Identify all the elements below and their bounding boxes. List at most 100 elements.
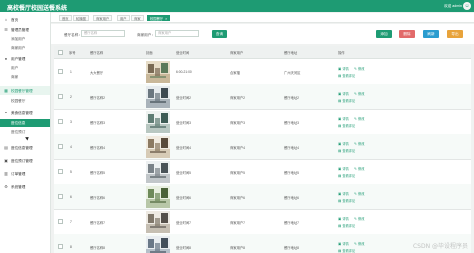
cell-no: 7 bbox=[70, 219, 72, 224]
cell-name: 餐厅名称3 bbox=[90, 120, 106, 125]
sidebar-item-label: 座位信息管理 bbox=[11, 145, 33, 150]
sidebar-item-order[interactable]: ▥ 订单管理 bbox=[0, 169, 50, 178]
sidebar-subitem[interactable]: 座位预订 bbox=[0, 128, 50, 136]
user-greeting[interactable]: 欢迎 admin bbox=[444, 4, 462, 9]
tab-carousel[interactable]: 轮播图 bbox=[73, 14, 89, 21]
edit-button[interactable]: ✎修改 bbox=[354, 141, 364, 146]
sidebar-subitem[interactable]: 用户 bbox=[0, 64, 50, 72]
tab-canteen[interactable]: 校园餐厅 × bbox=[147, 14, 171, 21]
canteen-name-input[interactable]: 餐厅名称 bbox=[81, 30, 125, 37]
sidebar-item-label: 首页 bbox=[11, 17, 19, 22]
edit-button[interactable]: ✎修改 bbox=[354, 191, 364, 196]
detail-button[interactable]: ▣详情 bbox=[338, 191, 349, 196]
detail-button[interactable]: ▣详情 bbox=[338, 91, 349, 96]
cover-image bbox=[146, 110, 170, 133]
row-checkbox[interactable] bbox=[58, 169, 63, 174]
refresh-button[interactable]: 刷新 bbox=[423, 29, 439, 38]
edit-button[interactable]: ✎修改 bbox=[354, 216, 364, 221]
action-label: 详情 bbox=[342, 92, 349, 96]
view-comment-button[interactable]: ▤查看评论 bbox=[338, 173, 355, 178]
sidebar-item-system[interactable]: ⚙ 系统管理 bbox=[0, 182, 50, 191]
header-actions: 操作 bbox=[338, 51, 345, 56]
detail-icon: ▣ bbox=[338, 167, 342, 171]
edit-button[interactable]: ✎修改 bbox=[354, 116, 364, 121]
detail-button[interactable]: ▣详情 bbox=[338, 166, 349, 171]
query-button[interactable]: 查询 bbox=[212, 29, 227, 38]
sidebar: ⌂ 首页 ☰ 管理员管理 添加用户 商家用户 ● 用户管理 用户 商家 ▦ 校园… bbox=[0, 12, 51, 253]
detail-icon: ▣ bbox=[338, 217, 342, 221]
table-row[interactable]: 3 餐厅名称3 营业时间3 商家用户3 餐厅地址3 ▣详情 ✎修改 ▤查看评论 bbox=[54, 109, 471, 135]
sidebar-subitem-active[interactable]: 座位信息 bbox=[0, 119, 50, 127]
sidebar-item-home[interactable]: ⌂ 首页 bbox=[0, 15, 50, 24]
grid-icon: ▦ bbox=[4, 88, 8, 93]
tab-home[interactable]: 首页 bbox=[59, 14, 72, 21]
tab-users[interactable]: 用户 bbox=[117, 14, 130, 21]
sidebar-item-admin[interactable]: ☰ 管理员管理 bbox=[0, 25, 50, 34]
delete-button[interactable]: 删除 bbox=[399, 29, 415, 38]
view-comment-button[interactable]: ▤查看评论 bbox=[338, 248, 355, 253]
table-row[interactable]: 1 大大餐厅 6:00-21:00 合家福 广州天河区 ▣详情 ✎修改 ▤查看评论 bbox=[54, 59, 471, 85]
action-label: 详情 bbox=[342, 142, 349, 146]
edit-icon: ✎ bbox=[354, 192, 358, 196]
view-comment-button[interactable]: ▤查看评论 bbox=[338, 73, 355, 78]
view-comment-button[interactable]: ▤查看评论 bbox=[338, 223, 355, 228]
tab-merchant[interactable]: 商家 bbox=[131, 14, 144, 21]
sidebar-subitem[interactable]: 添加用户 bbox=[0, 35, 50, 43]
sidebar-item-seat[interactable]: ▤ 座位信息管理 bbox=[0, 143, 50, 152]
add-button[interactable]: 添加 bbox=[376, 29, 392, 38]
cell-name: 餐厅名称2 bbox=[90, 95, 106, 100]
row-checkbox[interactable] bbox=[58, 69, 63, 74]
edit-icon: ✎ bbox=[354, 67, 358, 71]
table-row[interactable]: 7 餐厅名称7 营业时间7 商家用户7 餐厅地址7 ▣详情 ✎修改 ▤查看评论 bbox=[54, 209, 471, 235]
ticket-icon: ▣ bbox=[4, 158, 8, 163]
sidebar-item-users[interactable]: ● 用户管理 bbox=[0, 54, 50, 63]
view-comment-button[interactable]: ▤查看评论 bbox=[338, 123, 355, 128]
cell-merchant: 合家福 bbox=[230, 70, 240, 75]
bowl-icon: ◓ bbox=[4, 110, 8, 115]
edit-button[interactable]: ✎修改 bbox=[354, 166, 364, 171]
avatar[interactable]: ☺ bbox=[463, 2, 471, 10]
header-name: 餐厅名称 bbox=[90, 51, 104, 56]
watermark: CSDN @毕设程序员 bbox=[412, 243, 468, 250]
row-checkbox[interactable] bbox=[58, 219, 63, 224]
merchant-user-input[interactable]: 商家用户 bbox=[155, 30, 199, 37]
sidebar-item-food[interactable]: ◓ 美食信息管理 bbox=[0, 108, 50, 117]
edit-button[interactable]: ✎修改 bbox=[354, 66, 364, 71]
cell-address: 餐厅地址5 bbox=[284, 170, 300, 175]
action-label: 查看评论 bbox=[342, 149, 356, 153]
select-all-checkbox[interactable] bbox=[58, 49, 63, 55]
edit-button[interactable]: ✎修改 bbox=[354, 241, 364, 246]
view-comment-button[interactable]: ▤查看评论 bbox=[338, 98, 355, 103]
sidebar-subitem[interactable]: 商家 bbox=[0, 73, 50, 81]
table-row[interactable]: 2 餐厅名称2 营业时间2 商家用户2 餐厅地址2 ▣详情 ✎修改 ▤查看评论 bbox=[54, 84, 471, 110]
detail-button[interactable]: ▣详情 bbox=[338, 141, 349, 146]
detail-button[interactable]: ▣详情 bbox=[338, 116, 349, 121]
row-checkbox[interactable] bbox=[58, 94, 63, 99]
detail-button[interactable]: ▣详情 bbox=[338, 216, 349, 221]
table-row[interactable]: 4 餐厅名称4 营业时间4 商家用户4 餐厅地址4 ▣详情 ✎修改 ▤查看评论 bbox=[54, 134, 471, 160]
close-icon[interactable]: × bbox=[165, 17, 167, 21]
row-checkbox[interactable] bbox=[58, 119, 63, 124]
export-button[interactable]: 导出 bbox=[447, 29, 463, 38]
sidebar-item-canteen[interactable]: ▦ 校园餐厅管理 bbox=[0, 86, 50, 95]
tab-merchant-users[interactable]: 商家用户 bbox=[93, 14, 113, 21]
view-comment-button[interactable]: ▤查看评论 bbox=[338, 198, 355, 203]
edit-button[interactable]: ✎修改 bbox=[354, 91, 364, 96]
table-row[interactable]: 8 餐厅名称8 营业时间8 商家用户8 餐厅地址8 ▣详情 ✎修改 ▤查看评论 bbox=[54, 234, 471, 253]
sidebar-subitem[interactable]: 商家用户 bbox=[0, 44, 50, 52]
filter-label-name: 餐厅名称： bbox=[64, 32, 82, 37]
detail-button[interactable]: ▣详情 bbox=[338, 241, 349, 246]
table-row[interactable]: 6 餐厅名称6 营业时间6 商家用户6 餐厅地址6 ▣详情 ✎修改 ▤查看评论 bbox=[54, 184, 471, 210]
action-label: 修改 bbox=[358, 217, 365, 221]
row-checkbox[interactable] bbox=[58, 244, 63, 249]
sidebar-item-label: 校园餐厅管理 bbox=[11, 88, 33, 93]
detail-button[interactable]: ▣详情 bbox=[338, 66, 349, 71]
action-label: 修改 bbox=[358, 192, 365, 196]
sidebar-item-booking[interactable]: ▣ 座位预订管理 bbox=[0, 156, 50, 165]
sidebar-subitem[interactable]: 校园餐厅 bbox=[0, 97, 50, 105]
table-row[interactable]: 5 餐厅名称5 营业时间5 商家用户5 餐厅地址5 ▣详情 ✎修改 ▤查看评论 bbox=[54, 159, 471, 185]
view-comment-button[interactable]: ▤查看评论 bbox=[338, 148, 355, 153]
cell-address: 餐厅地址6 bbox=[284, 195, 300, 200]
row-checkbox[interactable] bbox=[58, 144, 63, 149]
row-checkbox[interactable] bbox=[58, 194, 63, 199]
